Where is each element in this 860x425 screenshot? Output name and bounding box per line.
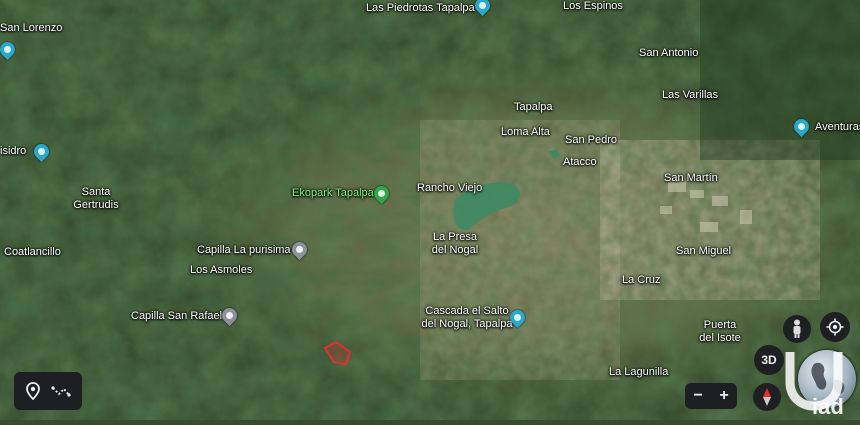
compass-button[interactable] (753, 383, 781, 411)
label-ekopark-tapalpa[interactable]: Ekopark Tapalpa (292, 187, 374, 200)
globe-view-button[interactable] (798, 350, 856, 408)
zoom-controls: − + (685, 383, 737, 409)
label-coatlancillo[interactable]: Coatlancillo (4, 246, 61, 259)
pegman-street-view-button[interactable] (783, 315, 811, 343)
label-tapalpa[interactable]: Tapalpa (514, 101, 553, 114)
label-atacco[interactable]: Atacco (563, 156, 597, 169)
label-capilla-la-purisima[interactable]: Capilla La purisima (197, 244, 291, 257)
crosshair-icon (826, 318, 844, 336)
label-san-antonio[interactable]: San Antonio (639, 47, 698, 60)
label-las-piedrotas-tapalpa[interactable]: Las Piedrotas Tapalpa (366, 2, 475, 15)
compass-icon (763, 388, 771, 406)
label-puerta-del-isote[interactable]: Puerta del Isote (699, 319, 741, 345)
label-los-asmoles[interactable]: Los Asmoles (190, 264, 252, 277)
label-cascada-el-salto[interactable]: Cascada el Salto del Nogal, Tapalpa (422, 305, 513, 331)
measure-path-icon[interactable] (51, 384, 71, 398)
pegman-icon (793, 319, 801, 338)
label-la-cruz[interactable]: La Cruz (622, 274, 661, 287)
label-aventuras[interactable]: Aventuras (815, 121, 860, 134)
label-san-lorenzo[interactable]: San Lorenzo (0, 22, 62, 35)
label-isidro[interactable]: isidro (0, 145, 26, 158)
label-san-pedro[interactable]: San Pedro (565, 134, 617, 147)
label-san-martin[interactable]: San Martín (664, 172, 718, 185)
label-la-lagunilla[interactable]: La Lagunilla (609, 366, 668, 379)
location-pin-icon[interactable] (25, 382, 41, 400)
zoom-out-button[interactable]: − (685, 387, 711, 405)
satellite-map[interactable] (0, 0, 860, 420)
label-la-presa-del-nogal[interactable]: La Presa del Nogal (432, 231, 478, 257)
label-rancho-viejo[interactable]: Rancho Viejo (417, 182, 482, 195)
my-location-button[interactable] (820, 312, 850, 342)
map-tools-toolbar (14, 372, 82, 410)
label-las-varillas[interactable]: Las Varillas (662, 89, 718, 102)
label-santa-gertrudis[interactable]: Santa Gertrudis (73, 186, 118, 212)
zoom-in-button[interactable]: + (711, 387, 737, 405)
label-capilla-san-rafael[interactable]: Capilla San Rafael (131, 310, 222, 323)
label-san-miguel[interactable]: San Miguel (676, 245, 731, 258)
label-los-espinos[interactable]: Los Espinos (563, 0, 623, 13)
3d-toggle-button[interactable]: 3D (754, 345, 784, 375)
label-loma-alta[interactable]: Loma Alta (501, 126, 550, 139)
globe-icon (811, 362, 845, 394)
